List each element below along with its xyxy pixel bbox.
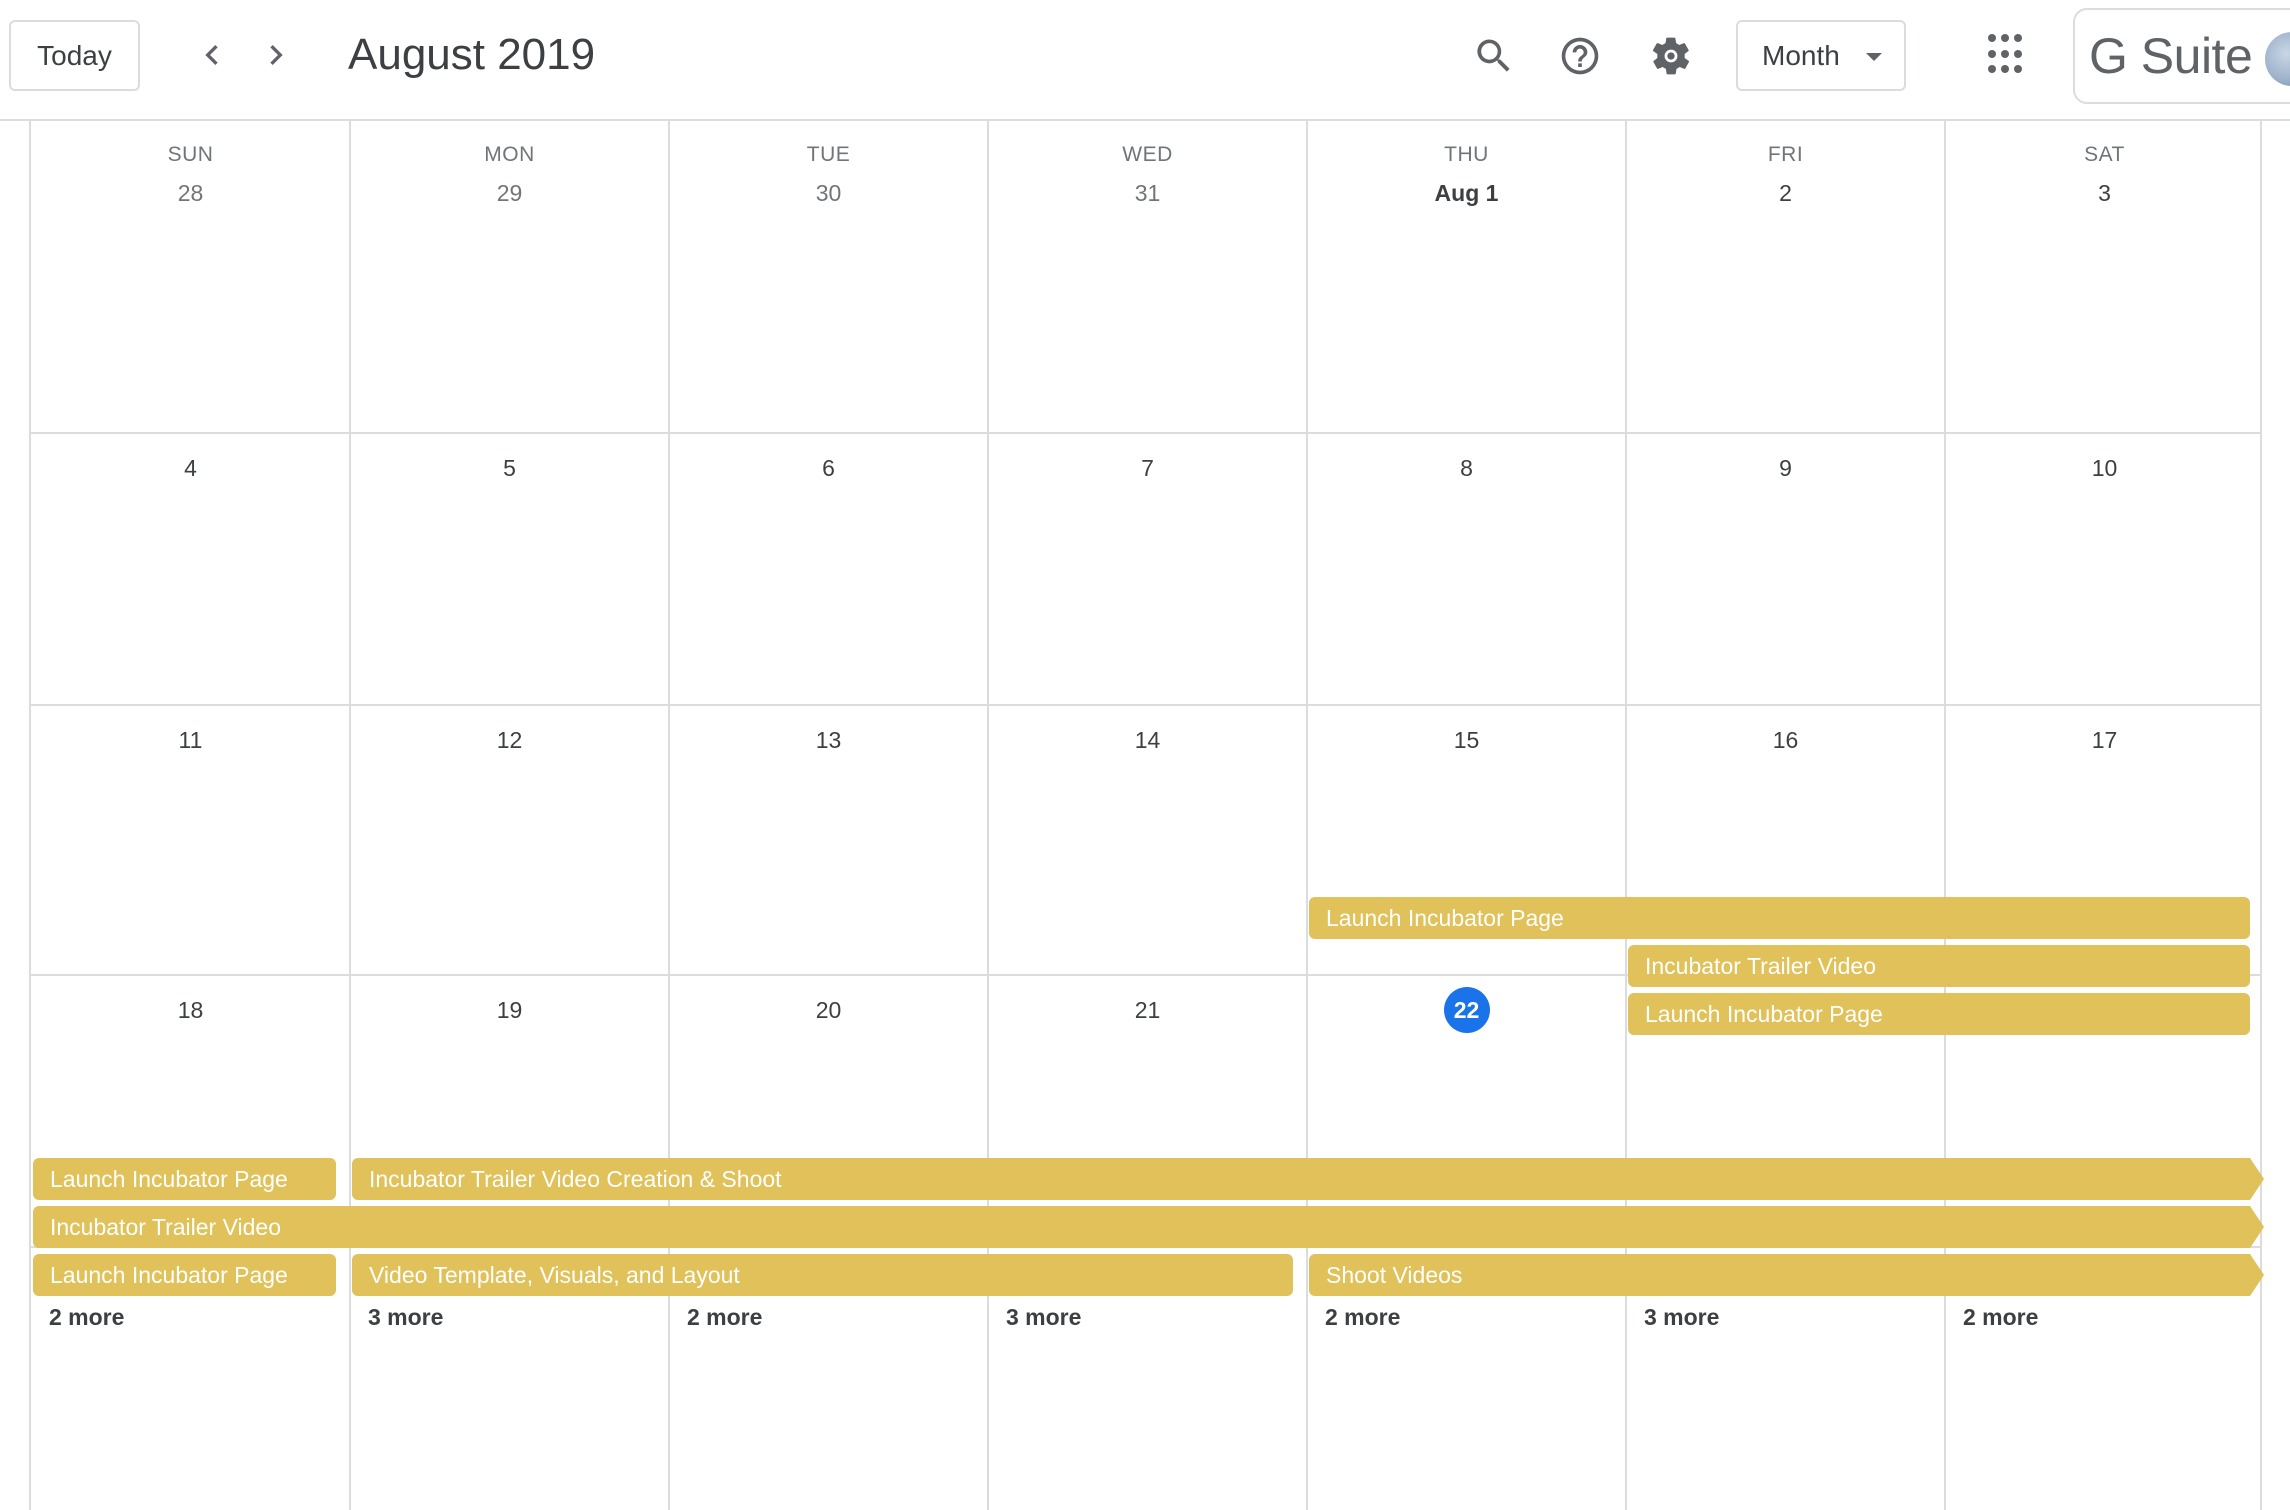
day-number[interactable]: 14 [988,720,1307,760]
day-number[interactable]: 10 [1945,448,2264,488]
day-number[interactable]: 3 [1945,173,2264,213]
row-divider [31,432,2260,434]
more-events-link[interactable]: 3 more [988,1300,1081,1334]
day-number[interactable]: 18 [31,990,350,1030]
view-switcher-label: Month [1762,39,1840,71]
weekday-header: SUN [167,143,214,166]
avatar[interactable] [2265,32,2290,86]
event-chip[interactable]: Video Template, Visuals, and Layout [352,1254,1293,1296]
day-number[interactable]: 13 [669,720,988,760]
today-button[interactable]: Today [9,20,140,91]
search-icon [1477,39,1510,72]
day-number[interactable]: 31 [988,173,1307,213]
weekday-header: SAT [2084,143,2125,166]
top-bar: Today August 2019 Month G Suite [0,0,2290,121]
day-number[interactable]: 4 [31,448,350,488]
gsuite-account-switcher[interactable]: G Suite [2073,8,2290,104]
event-chip[interactable]: Launch Incubator Page [1628,993,2250,1035]
day-number[interactable]: 30 [669,173,988,213]
day-number[interactable]: 21 [988,990,1307,1030]
day-number[interactable]: 15 [1307,720,1626,760]
day-number[interactable]: 20 [669,990,988,1030]
weekday-header: FRI [1767,143,1804,166]
gear-icon [1652,37,1690,75]
weekday-header: THU [1444,143,1489,166]
day-number[interactable]: 7 [988,448,1307,488]
day-number[interactable]: 6 [669,448,988,488]
event-chip[interactable]: Launch Incubator Page [33,1254,336,1296]
weekday-header: WED [1122,143,1173,166]
event-chip[interactable]: Incubator Trailer Video [33,1206,2264,1248]
more-events-link[interactable]: 2 more [1945,1300,2038,1334]
chevron-right-icon [270,45,283,65]
day-number[interactable]: 11 [31,720,350,760]
search-button[interactable] [1464,26,1524,86]
day-number[interactable]: 19 [350,990,669,1030]
today-date-badge[interactable]: 22 [1443,987,1490,1033]
day-number[interactable]: 9 [1626,448,1945,488]
day-number[interactable]: 12 [350,720,669,760]
event-chip[interactable]: Launch Incubator Page [33,1158,336,1200]
more-events-link[interactable]: 2 more [669,1300,762,1334]
day-number[interactable]: 8 [1307,448,1626,488]
gsuite-logo: G Suite [2089,28,2253,84]
previous-period-button[interactable] [185,28,239,82]
apps-grid-icon[interactable] [1988,34,2030,76]
more-events-link[interactable]: 3 more [1626,1300,1719,1334]
help-button[interactable] [1550,26,1610,86]
help-icon [1561,37,1599,75]
event-chip[interactable]: Incubator Trailer Video [1628,945,2250,987]
more-events-link[interactable]: 3 more [350,1300,443,1334]
more-events-link[interactable]: 2 more [31,1300,124,1334]
caret-down-icon [1866,53,1882,61]
day-number[interactable]: 5 [350,448,669,488]
row-divider [31,704,2260,706]
settings-button[interactable] [1641,26,1701,86]
day-number[interactable]: 16 [1626,720,1945,760]
month-title: August 2019 [348,30,596,79]
day-number[interactable]: 17 [1945,720,2264,760]
more-events-link[interactable]: 2 more [1307,1300,1400,1334]
event-chip[interactable]: Launch Incubator Page [1309,897,2250,939]
event-chip[interactable]: Shoot Videos [1309,1254,2264,1296]
view-switcher[interactable]: Month [1736,20,1906,91]
day-number[interactable]: 28 [31,173,350,213]
month-grid: SUN MON TUE WED THU FRI SAT 28 29 30 31 Aug 123 4567… [29,121,2262,1510]
weekday-header: MON [484,143,535,166]
next-period-button[interactable] [249,28,303,82]
day-number[interactable]: 2 [1626,173,1945,213]
weekday-header: TUE [806,143,851,166]
day-number[interactable]: Aug 1 [1307,173,1626,213]
event-chip[interactable]: Incubator Trailer Video Creation & Shoot [352,1158,2264,1200]
day-number[interactable]: 29 [350,173,669,213]
chevron-left-icon [205,45,218,65]
calendar-page: Today August 2019 Month G Suite SUN MON … [0,0,2290,1510]
